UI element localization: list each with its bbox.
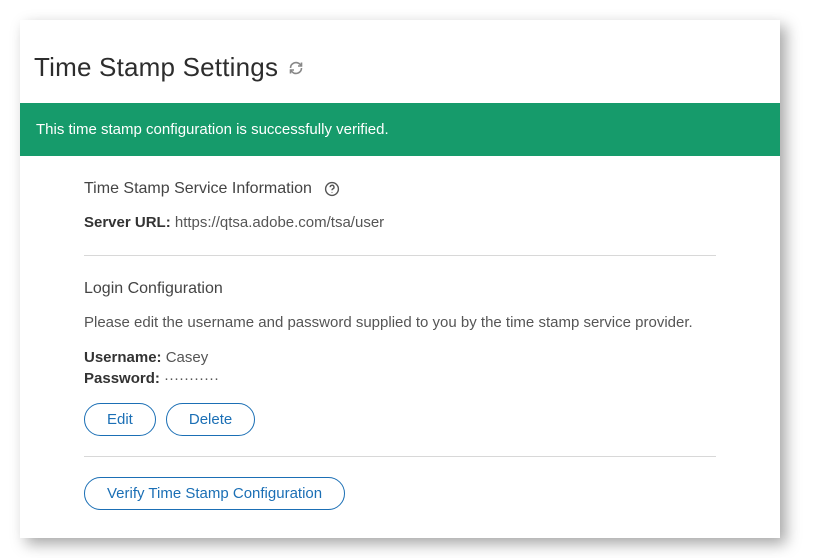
password-value: ···········	[164, 370, 219, 387]
refresh-icon[interactable]	[288, 60, 304, 76]
service-info-title: Time Stamp Service Information	[84, 180, 312, 198]
login-config-section: Login Configuration Please edit the user…	[84, 256, 716, 457]
edit-button[interactable]: Edit	[84, 403, 156, 436]
username-label: Username:	[84, 349, 162, 366]
password-row: Password: ···········	[84, 370, 716, 387]
server-url-row: Server URL: https://qtsa.adobe.com/tsa/u…	[84, 214, 716, 231]
login-config-description: Please edit the username and password su…	[84, 314, 716, 331]
username-row: Username: Casey	[84, 349, 716, 366]
server-url-label: Server URL:	[84, 214, 171, 231]
verify-section: Verify Time Stamp Configuration	[84, 457, 716, 510]
login-config-title: Login Configuration	[84, 280, 223, 298]
service-info-header: Time Stamp Service Information	[84, 180, 716, 198]
help-icon[interactable]	[324, 181, 340, 197]
alert-message: This time stamp configuration is success…	[36, 121, 389, 138]
service-info-section: Time Stamp Service Information Server UR…	[84, 156, 716, 256]
panel-header: Time Stamp Settings	[20, 20, 780, 103]
verify-button[interactable]: Verify Time Stamp Configuration	[84, 477, 345, 510]
username-value: Casey	[166, 349, 209, 366]
content-area: Time Stamp Service Information Server UR…	[20, 156, 780, 510]
settings-panel: Time Stamp Settings This time stamp conf…	[20, 20, 780, 538]
login-config-header: Login Configuration	[84, 280, 716, 298]
server-url-value: https://qtsa.adobe.com/tsa/user	[175, 214, 384, 231]
page-title: Time Stamp Settings	[34, 52, 278, 83]
success-alert: This time stamp configuration is success…	[20, 103, 780, 156]
delete-button[interactable]: Delete	[166, 403, 255, 436]
login-button-row: Edit Delete	[84, 403, 716, 436]
password-label: Password:	[84, 370, 160, 387]
